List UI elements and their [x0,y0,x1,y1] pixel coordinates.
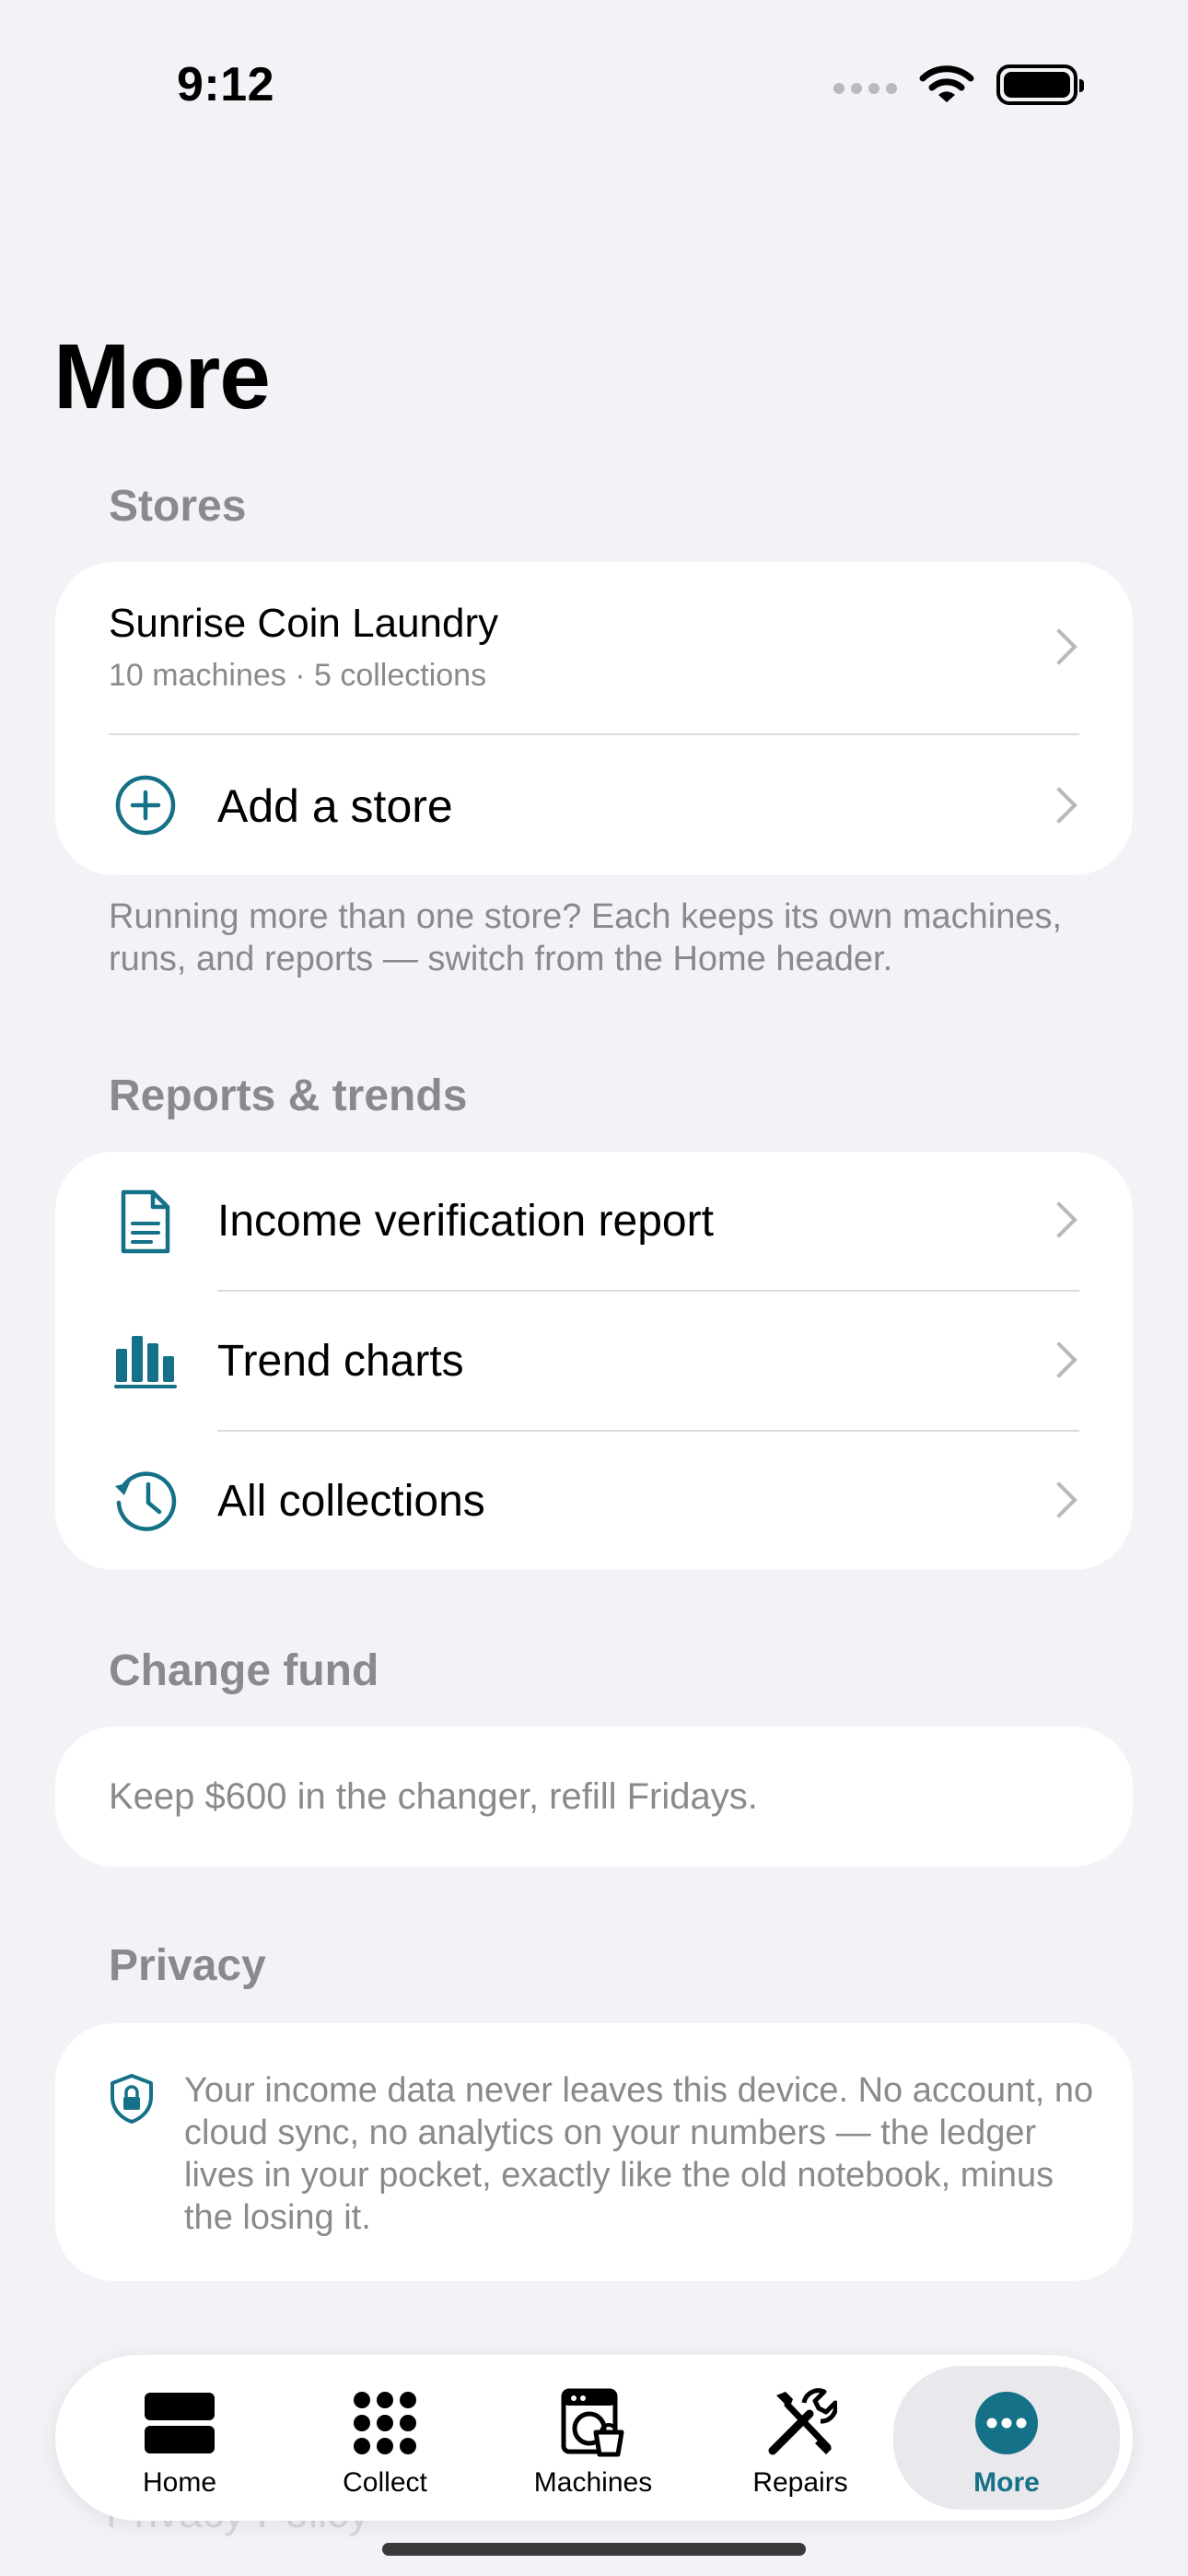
privacy-text: Your income data never leaves this devic… [184,2071,1094,2237]
privacy-section-header: Privacy [109,1941,266,1990]
chevron-right-icon [1041,628,1077,665]
privacy-card: Your income data never leaves this devic… [55,2023,1133,2281]
document-icon [109,1185,182,1259]
status-time: 9:12 [177,58,275,111]
store-row-sunrise[interactable]: Sunrise Coin Laundry 10 machines · 5 col… [55,562,1133,733]
washing-machine-icon [553,2386,633,2460]
tab-home[interactable]: Home [76,2355,284,2521]
wrench-screwdriver-icon [761,2386,840,2460]
status-bar: 9:12 [0,0,1188,175]
income-verification-report-row[interactable]: Income verification report [55,1152,1133,1290]
add-store-button[interactable]: Add a store [55,735,1133,875]
page-title: More [53,325,271,428]
wifi-icon [919,65,974,102]
chevron-right-icon [1041,1201,1077,1238]
cellular-signal-icon [833,83,897,94]
history-clock-icon [109,1463,182,1537]
add-store-label: Add a store [217,780,453,832]
stores-footnote: Running more than one store? Each keeps … [109,897,1063,978]
all-collections-label: All collections [217,1477,485,1526]
chevron-right-icon [1041,1481,1077,1518]
shield-lock-icon [109,2073,157,2125]
trend-charts-label: Trend charts [217,1337,464,1386]
tab-home-label: Home [142,2467,217,2498]
chevron-right-icon [1041,1341,1077,1378]
tab-more-label: More [973,2467,1040,2498]
trend-charts-row[interactable]: Trend charts [55,1292,1133,1430]
change-fund-card[interactable]: Keep $600 in the changer, refill Fridays… [55,1727,1133,1867]
plus-circle-icon [109,768,182,842]
tab-machines[interactable]: Machines [489,2355,697,2521]
tab-more[interactable]: More [893,2366,1120,2510]
home-indicator [382,2543,806,2556]
tab-collect-label: Collect [343,2467,427,2498]
store-subtitle: 10 machines · 5 collections [109,658,487,693]
tab-repairs-label: Repairs [752,2467,848,2498]
stores-card: Sunrise Coin Laundry 10 machines · 5 col… [55,562,1133,875]
battery-icon [996,64,1084,105]
grid-icon [345,2386,425,2460]
all-collections-row[interactable]: All collections [55,1432,1133,1570]
reports-card: Income verification report Trend charts … [55,1152,1133,1570]
change-fund-section-header: Change fund [109,1646,379,1695]
home-icon [140,2386,219,2460]
tab-machines-label: Machines [533,2467,653,2498]
more-icon [967,2386,1046,2460]
income-verification-report-label: Income verification report [217,1197,714,1246]
tab-bar: Home Collect Machines Repairs More [55,2355,1133,2521]
tab-collect[interactable]: Collect [281,2355,489,2521]
store-name: Sunrise Coin Laundry [109,601,499,646]
tab-repairs[interactable]: Repairs [696,2355,904,2521]
status-icons [833,64,1084,105]
reports-section-header: Reports & trends [109,1071,468,1120]
stores-section-header: Stores [109,482,247,531]
chevron-right-icon [1041,787,1077,824]
change-fund-note: Keep $600 in the changer, refill Fridays… [109,1776,758,1817]
bar-chart-icon [109,1323,182,1397]
